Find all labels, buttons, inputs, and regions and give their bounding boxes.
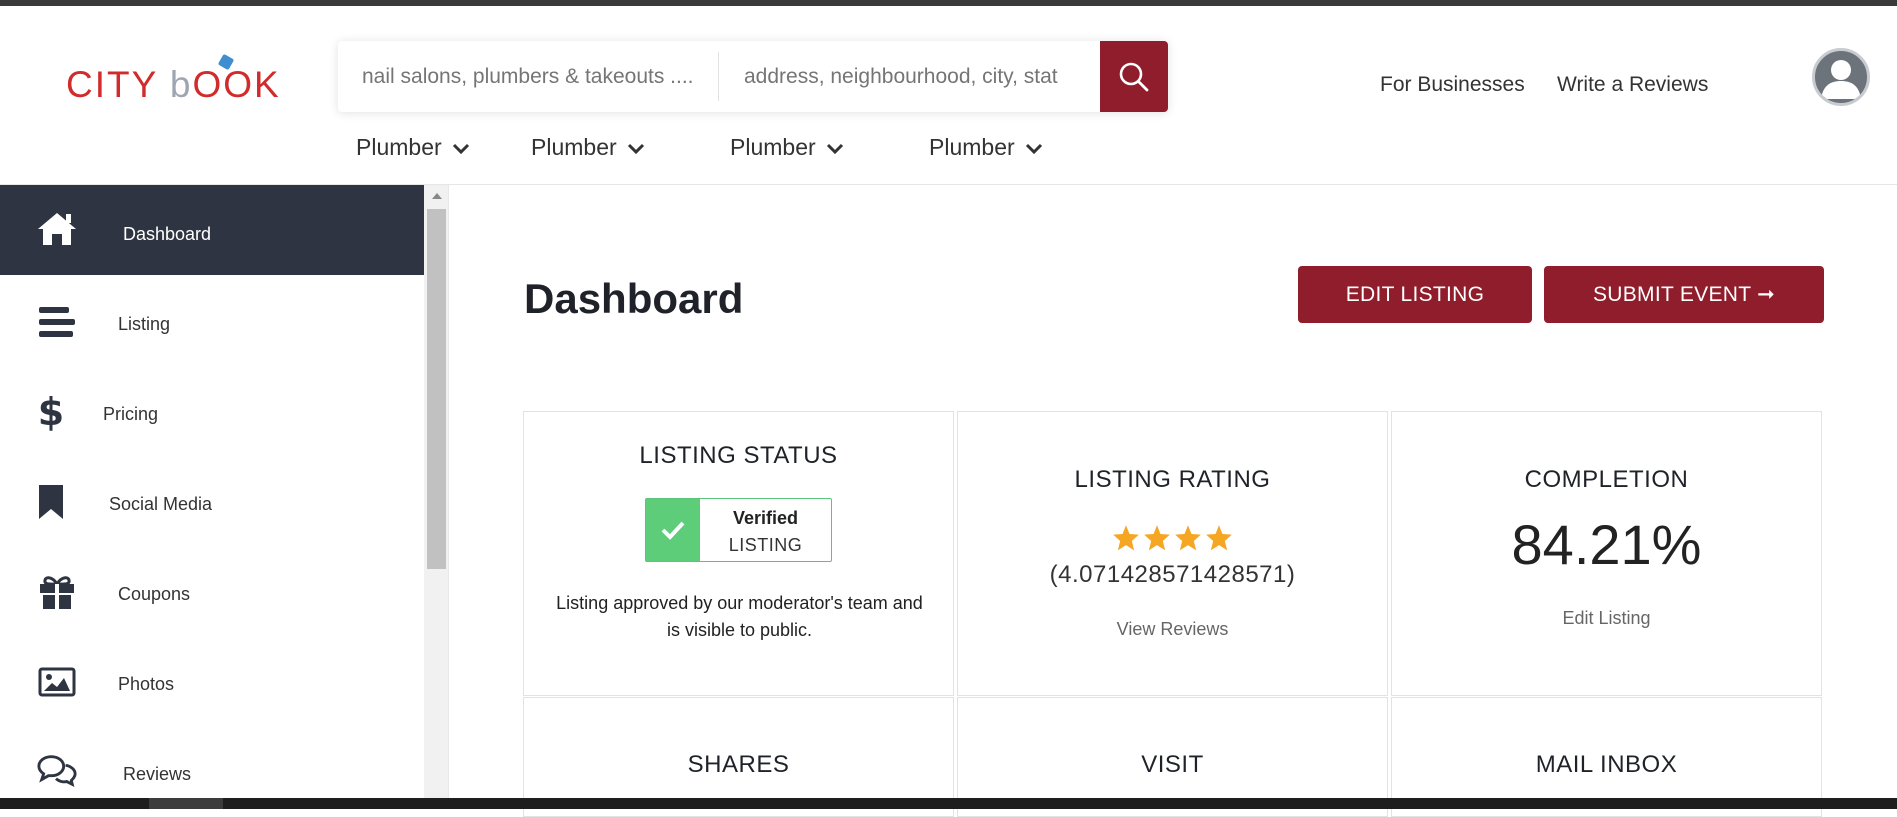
avatar[interactable] [1812, 48, 1870, 106]
write-review-link[interactable]: Write a Reviews [1557, 73, 1708, 97]
edit-listing-link[interactable]: Edit Listing [1392, 608, 1821, 629]
home-icon [36, 210, 78, 248]
sidebar-item-dashboard[interactable]: Dashboard [0, 185, 424, 275]
search-bar [338, 41, 1168, 112]
os-taskbar [0, 798, 1897, 809]
card-title: LISTING STATUS [639, 442, 838, 469]
chevron-down-icon [627, 143, 644, 154]
category-label: Plumber [730, 134, 816, 160]
user-icon [1821, 60, 1861, 99]
listing-rating-card: LISTING RATING (4.071428571428571) View … [957, 411, 1388, 696]
page-title: Dashboard [524, 275, 744, 322]
sidebar-item-label: Social Media [109, 494, 213, 514]
sidebar-item-label: Pricing [103, 404, 159, 424]
listing-status-card: LISTING STATUS Verified LISTING Listing … [523, 411, 954, 696]
gift-icon [36, 573, 78, 611]
search-icon [1119, 62, 1149, 91]
card-title: SHARES [687, 751, 790, 778]
sidebar-item-social-media[interactable]: Social Media [0, 455, 424, 545]
logo[interactable]: CITY bOOK [66, 53, 292, 108]
scroll-thumb[interactable] [427, 209, 446, 569]
star-icon [1113, 525, 1139, 551]
sidebar-item-pricing[interactable]: $ Pricing [0, 365, 424, 455]
category-label: Plumber [929, 134, 1015, 160]
category-label: Plumber [356, 134, 442, 160]
card-title: VISIT [1141, 751, 1204, 778]
search-button[interactable] [1100, 41, 1168, 112]
star-icon [1144, 525, 1170, 551]
sidebar-item-coupons[interactable]: Coupons [0, 545, 424, 635]
sidebar-item-label: Dashboard [123, 224, 212, 244]
sidebar-item-label: Photos [118, 674, 175, 694]
search-location-input[interactable] [722, 41, 1100, 112]
category-dropdown-2[interactable]: Plumber [531, 134, 645, 161]
card-title: LISTING RATING [1074, 466, 1271, 493]
check-icon [646, 499, 700, 561]
sidebar-item-listing[interactable]: Listing [0, 275, 424, 365]
view-reviews-link[interactable]: View Reviews [958, 619, 1387, 640]
for-businesses-link[interactable]: For Businesses [1380, 73, 1525, 97]
comments-icon [36, 751, 78, 789]
rating-stars [958, 524, 1387, 551]
sidebar: Dashboard Listing $ Pricing Social Media… [0, 185, 424, 799]
card-title: MAIL INBOX [1535, 751, 1678, 778]
logo-text: CITY bOOK [66, 64, 281, 105]
site-header: CITY bOOK Plumber Plumber Plumber Plumbe… [0, 6, 1897, 185]
sidebar-item-photos[interactable]: Photos [0, 635, 424, 725]
category-dropdown-4[interactable]: Plumber [929, 134, 1043, 161]
star-icon [1206, 525, 1232, 551]
rating-value: (4.071428571428571) [1049, 561, 1296, 588]
dollar-icon: $ [37, 390, 65, 434]
category-dropdown-1[interactable]: Plumber [356, 134, 470, 161]
image-icon [36, 663, 78, 701]
verified-badge: Verified LISTING [645, 498, 832, 562]
category-label: Plumber [531, 134, 617, 160]
card-title: COMPLETION [1524, 466, 1689, 493]
sidebar-scrollbar[interactable] [424, 185, 449, 799]
chevron-down-icon [1025, 143, 1042, 154]
completion-card: COMPLETION 84.21% Edit Listing [1391, 411, 1822, 696]
chevron-down-icon [826, 143, 843, 154]
chevron-down-icon [452, 143, 469, 154]
star-icon [1175, 525, 1201, 551]
status-description: Listing approved by our moderator's team… [556, 593, 923, 640]
sidebar-item-label: Reviews [123, 764, 192, 784]
bookmark-icon [30, 483, 72, 521]
search-what-input[interactable] [338, 41, 720, 112]
completion-value: 84.21% [1511, 513, 1702, 576]
scroll-up-arrow-icon[interactable] [432, 193, 442, 199]
category-dropdown-3[interactable]: Plumber [730, 134, 844, 161]
verified-label: Verified [732, 508, 799, 528]
search-divider [718, 52, 719, 101]
listing-label: LISTING [728, 535, 803, 555]
submit-event-button[interactable]: SUBMIT EVENT ➞ [1544, 266, 1824, 323]
sidebar-item-reviews[interactable]: Reviews [0, 725, 424, 799]
bars-icon [36, 303, 78, 341]
edit-listing-button[interactable]: EDIT LISTING [1298, 266, 1532, 323]
sidebar-item-label: Coupons [118, 584, 191, 604]
taskbar-app-tile[interactable] [149, 798, 223, 809]
sidebar-item-label: Listing [118, 314, 171, 334]
